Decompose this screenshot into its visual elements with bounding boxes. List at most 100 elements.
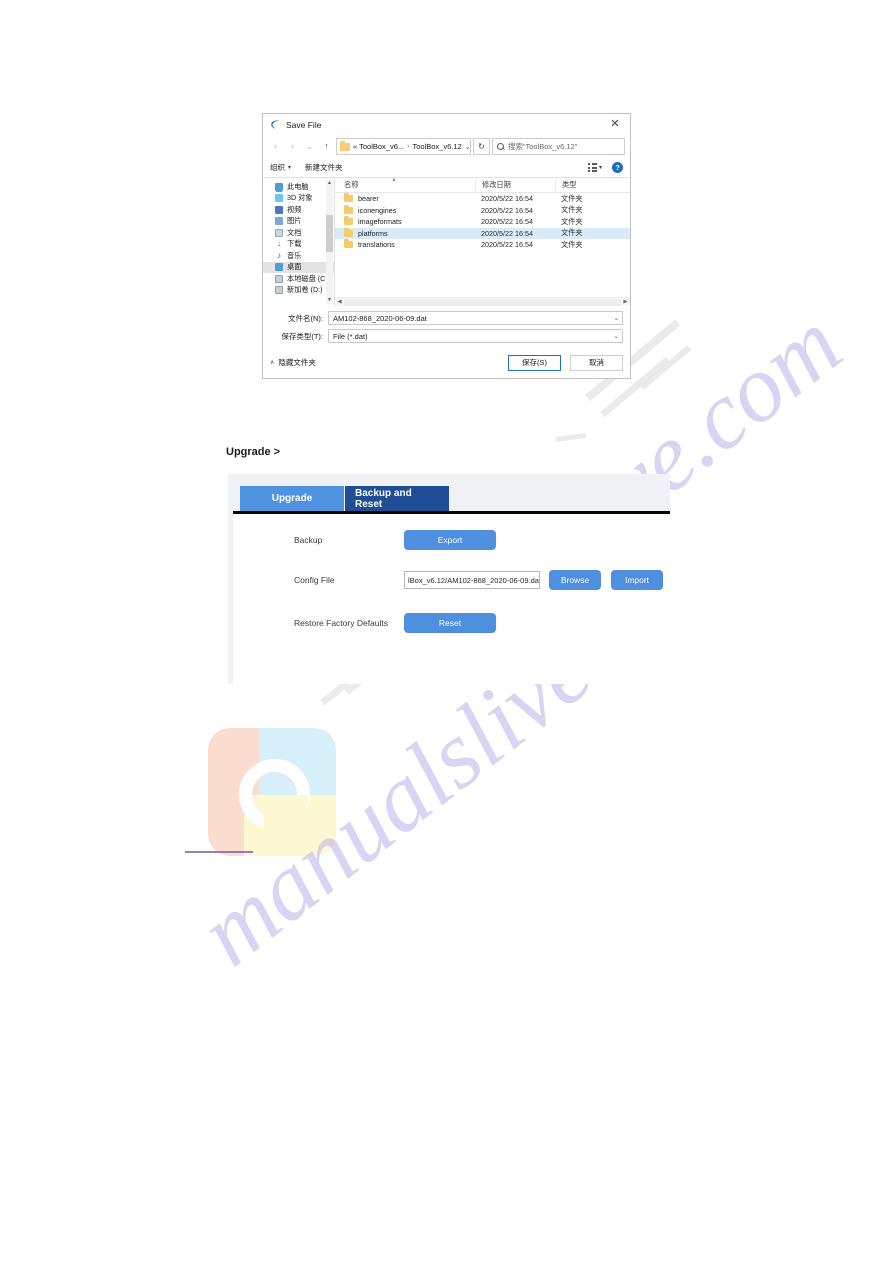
- filetype-value: File (*.dat): [333, 331, 368, 341]
- sidebar-item-pictures[interactable]: 图片: [263, 216, 334, 228]
- hide-folders-toggle[interactable]: ∧ 隐藏文件夹: [270, 357, 316, 368]
- chevron-down-icon[interactable]: ⌄: [614, 332, 619, 340]
- folder-icon: [344, 193, 353, 203]
- column-header-type[interactable]: 类型: [555, 180, 630, 190]
- dialog-title-bar: Save File ✕: [263, 114, 630, 135]
- help-icon[interactable]: ?: [612, 162, 623, 173]
- file-date-cell: 2020/5/22 16:54: [481, 194, 533, 204]
- folder-icon: [344, 227, 353, 237]
- scrollbar-thumb[interactable]: [326, 214, 333, 252]
- tab-upgrade[interactable]: Upgrade: [240, 486, 344, 511]
- chevron-down-icon[interactable]: ▾: [599, 164, 602, 171]
- filename-input[interactable]: AM102-868_2020-06-09.dat ⌄: [328, 311, 623, 325]
- file-list-pane: ▲ 名称 修改日期 类型 bearer 2020/5/22 16:54 文件夹 …: [335, 177, 630, 306]
- browse-button[interactable]: Browse: [549, 570, 601, 590]
- sidebar-item-label: 此电脑: [287, 181, 309, 191]
- column-header-name[interactable]: 名称: [335, 180, 475, 190]
- drive-icon: [275, 286, 283, 295]
- search-icon: [497, 143, 504, 150]
- sidebar-item-label: 下载: [287, 239, 302, 249]
- back-icon[interactable]: ‹: [268, 139, 283, 155]
- sidebar-item-desktop[interactable]: 桌面: [263, 261, 334, 273]
- sidebar-item-music[interactable]: ♪ 音乐: [263, 250, 334, 262]
- breadcrumb-root[interactable]: « ToolBox_v6...: [353, 142, 404, 151]
- folder-icon: [344, 204, 353, 214]
- new-folder-button[interactable]: 新建文件夹: [305, 162, 343, 173]
- music-icon: ♪: [277, 250, 281, 260]
- export-button[interactable]: Export: [404, 530, 496, 550]
- downloads-icon: ↓: [277, 239, 281, 249]
- scroll-left-icon[interactable]: ◀: [335, 299, 344, 305]
- hide-folders-label: 隐藏文件夹: [278, 358, 316, 367]
- 3d-objects-icon: [275, 194, 283, 203]
- sidebar-item-label: 图片: [287, 216, 302, 226]
- import-button[interactable]: Import: [611, 570, 663, 590]
- refresh-icon[interactable]: ↻: [473, 138, 490, 155]
- chevron-down-icon[interactable]: ⌄: [614, 314, 619, 322]
- cancel-button[interactable]: 取消: [570, 354, 623, 371]
- forward-icon[interactable]: ›: [285, 139, 300, 155]
- file-name-text: bearer: [358, 194, 379, 204]
- filename-label: 文件名(N):: [288, 313, 323, 323]
- table-row[interactable]: platforms 2020/5/22 16:54 文件夹: [335, 227, 630, 239]
- sidebar-item-label: 视频: [287, 204, 302, 214]
- dialog-navigation-bar: ‹ › ⌄ ↑ « ToolBox_v6... › ToolBox_v6.12 …: [263, 135, 630, 158]
- sidebar-item-volume-d[interactable]: 新加卷 (D:): [263, 285, 334, 297]
- desktop-icon: [275, 263, 283, 272]
- organize-button[interactable]: 组织 ▾: [270, 162, 291, 173]
- recent-locations-icon[interactable]: ⌄: [302, 139, 317, 155]
- pictures-icon: [275, 217, 283, 226]
- file-date-cell: 2020/5/22 16:54: [481, 240, 533, 250]
- tab-backup-and-reset[interactable]: Backup and Reset: [345, 486, 449, 511]
- file-type-cell: 文件夹: [561, 228, 583, 238]
- sidebar-item-label: 音乐: [287, 250, 302, 260]
- config-file-input[interactable]: lBox_v6.12/AM102-868_2020-06-09.dat: [404, 571, 540, 589]
- search-placeholder: 搜索“ToolBox_v6.12”: [508, 142, 578, 151]
- table-row[interactable]: translations 2020/5/22 16:54 文件夹: [335, 239, 630, 251]
- view-options-icon[interactable]: ▾: [587, 163, 602, 172]
- save-button[interactable]: 保存(S): [508, 354, 561, 371]
- reset-button[interactable]: Reset: [404, 613, 496, 633]
- file-name-text: platforms: [358, 228, 388, 238]
- address-bar[interactable]: « ToolBox_v6... › ToolBox_v6.12 ⌄: [336, 138, 471, 155]
- config-file-label: Config File: [294, 575, 335, 585]
- scrollbar-track[interactable]: [344, 298, 621, 306]
- close-icon[interactable]: ✕: [600, 114, 630, 135]
- table-row[interactable]: bearer 2020/5/22 16:54 文件夹: [335, 193, 630, 205]
- chevron-up-icon: ∧: [270, 360, 275, 366]
- scroll-up-icon[interactable]: ▲: [326, 180, 333, 187]
- sidebar-item-label: 3D 对象: [287, 193, 313, 203]
- folder-icon: [344, 239, 353, 249]
- file-type-cell: 文件夹: [561, 193, 583, 203]
- breadcrumb-current[interactable]: ToolBox_v6.12: [413, 142, 462, 151]
- file-name-cell: bearer: [335, 193, 475, 204]
- filetype-row: 保存类型(T): File (*.dat) ⌄: [270, 328, 623, 344]
- file-list-horizontal-scrollbar[interactable]: ◀ ▶: [335, 297, 630, 306]
- sidebar-item-3d-objects[interactable]: 3D 对象: [263, 193, 334, 205]
- sidebar-item-computer[interactable]: 此电脑: [263, 181, 334, 193]
- table-row[interactable]: iconengines 2020/5/22 16:54 文件夹: [335, 204, 630, 217]
- column-header-date[interactable]: 修改日期: [475, 180, 555, 190]
- table-row[interactable]: imageformats 2020/5/22 16:54 文件夹: [335, 216, 630, 228]
- search-input[interactable]: 搜索“ToolBox_v6.12”: [492, 138, 625, 155]
- organize-label: 组织: [270, 163, 285, 172]
- sidebar-item-local-disk-c[interactable]: 本地磁盘 (C:): [263, 273, 334, 285]
- file-name-cell: imageformats: [335, 216, 475, 226]
- sidebar-item-videos[interactable]: 视频: [263, 204, 334, 216]
- scroll-right-icon[interactable]: ▶: [621, 299, 630, 305]
- save-file-dialog: Save File ✕ ‹ › ⌄ ↑ « ToolBox_v6... › To…: [262, 113, 631, 379]
- upgrade-panel-left-edge: [228, 474, 233, 684]
- scroll-down-icon[interactable]: ▼: [326, 297, 333, 304]
- sidebar-item-downloads[interactable]: ↓ 下载: [263, 239, 334, 251]
- sidebar-item-label: 新加卷 (D:): [287, 285, 323, 295]
- filetype-select[interactable]: File (*.dat) ⌄: [328, 329, 623, 343]
- watermark-underline: [185, 851, 253, 853]
- computer-icon: [275, 182, 283, 193]
- drive-icon: [275, 274, 283, 283]
- sidebar-item-documents[interactable]: 文档: [263, 227, 334, 239]
- sidebar-scrollbar[interactable]: ▲ ▼: [326, 180, 333, 304]
- up-icon[interactable]: ↑: [319, 139, 334, 155]
- file-type-cell: 文件夹: [561, 216, 583, 226]
- file-date-cell: 2020/5/22 16:54: [481, 228, 533, 238]
- filename-row: 文件名(N): AM102-868_2020-06-09.dat ⌄: [270, 310, 623, 326]
